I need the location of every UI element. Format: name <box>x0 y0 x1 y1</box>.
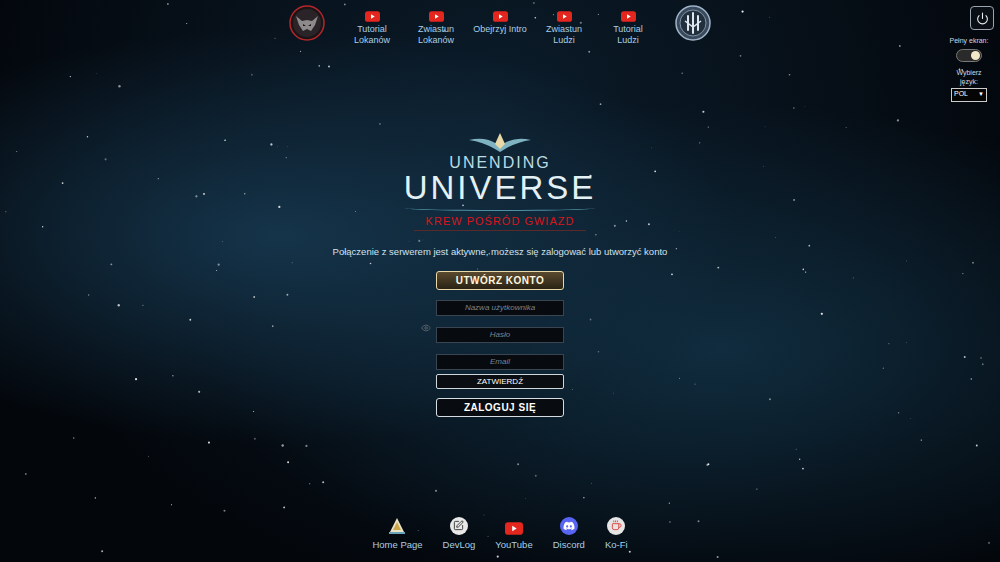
settings-panel: Pełny ekran: Wybierz język: POL ▼ <box>944 6 994 102</box>
power-button[interactable] <box>970 6 994 30</box>
footer-link[interactable]: YouTube <box>495 522 532 552</box>
youtube-icon <box>557 11 572 22</box>
footer-link[interactable]: Ko-Fi <box>605 517 628 552</box>
top-nav-video-link[interactable]: Obejrzyj Intro <box>468 5 532 35</box>
form-field-wrapper <box>436 293 564 317</box>
top-nav: TutorialLokanów ZwiastunLokanów Obejrzyj I… <box>274 0 726 56</box>
logo-arc <box>405 205 595 211</box>
account-form: UTWÓRZ KONTO ZATWIERDŹ ZALOGUJ SIĘ <box>436 271 564 417</box>
footer-link-label: Home Page <box>372 538 422 552</box>
wings-emblem-icon <box>467 132 533 154</box>
language-arrow: ▼ <box>978 90 984 99</box>
top-nav-label: TutorialLokanów <box>354 24 390 46</box>
form-field-wrapper <box>436 347 564 371</box>
submit-button[interactable]: ZATWIERDŹ <box>436 374 564 389</box>
footer-link-label: Ko-Fi <box>605 538 628 552</box>
language-value: POL <box>954 89 968 100</box>
form-field[interactable] <box>436 300 564 316</box>
language-select[interactable]: POL ▼ <box>951 88 987 102</box>
form-field[interactable] <box>436 327 564 343</box>
discord-icon <box>560 517 578 535</box>
youtube-icon <box>505 522 523 535</box>
logo-main-text: UNIVERSE <box>404 171 597 205</box>
human-emblem-icon[interactable] <box>675 5 711 41</box>
home-logo-icon <box>387 517 407 535</box>
youtube-icon <box>621 11 636 22</box>
footer-links: Home Page DevLog YouTube Discord Ko-Fi <box>372 517 627 552</box>
language-setting: Wybierz język: POL ▼ <box>944 68 994 102</box>
logo-subtitle: KREW POŚRÓD GWIAZD <box>414 215 587 231</box>
top-nav-video-link[interactable]: ZwiastunLokanów <box>404 5 468 46</box>
top-nav-label: Obejrzyj Intro <box>473 24 527 35</box>
kofi-cup-icon <box>607 517 625 535</box>
show-password-icon[interactable] <box>421 323 431 333</box>
footer-link[interactable]: DevLog <box>443 517 476 552</box>
fullscreen-setting: Pełny ekran: <box>944 36 994 62</box>
footer-link[interactable]: Discord <box>553 517 585 552</box>
top-nav-label: ZwiastunLudzi <box>546 24 582 46</box>
fullscreen-label: Pełny ekran: <box>950 36 989 47</box>
language-label: Wybierz język: <box>949 68 989 86</box>
footer-link[interactable]: Home Page <box>372 517 422 552</box>
power-icon <box>976 12 989 25</box>
youtube-icon <box>493 11 508 22</box>
page-content: TutorialLokanów ZwiastunLokanów Obejrzyj I… <box>0 0 1000 562</box>
logo-top-text: UNENDING <box>449 154 550 171</box>
form-field-wrapper <box>436 320 564 344</box>
create-account-button[interactable]: UTWÓRZ KONTO <box>436 271 564 290</box>
login-screen: Pełny ekran: Wybierz język: POL ▼ TutorialLo… <box>0 0 1000 562</box>
login-button[interactable]: ZALOGUJ SIĘ <box>436 398 564 417</box>
top-nav-video-link[interactable]: TutorialLudzi <box>596 5 660 46</box>
toggle-knob <box>971 51 980 60</box>
footer-link-label: Discord <box>553 538 585 552</box>
top-nav-video-link[interactable]: ZwiastunLudzi <box>532 5 596 46</box>
youtube-icon <box>429 11 444 22</box>
top-nav-label: ZwiastunLokanów <box>418 24 454 46</box>
footer-link-label: DevLog <box>443 538 476 552</box>
top-nav-video-link[interactable]: TutorialLokanów <box>340 5 404 46</box>
footer-link-label: YouTube <box>495 538 532 552</box>
form-field[interactable] <box>436 354 564 370</box>
devlog-icon <box>450 517 468 535</box>
youtube-icon <box>365 11 380 22</box>
connection-status: Połączenie z serwerem jest aktywne, może… <box>333 245 668 259</box>
fullscreen-toggle[interactable] <box>956 49 982 62</box>
game-logo: UNENDINGUNIVERSE KREW POŚRÓD GWIAZD <box>404 132 597 231</box>
top-nav-label: TutorialLudzi <box>613 24 643 46</box>
lokan-emblem-icon[interactable] <box>289 5 325 41</box>
